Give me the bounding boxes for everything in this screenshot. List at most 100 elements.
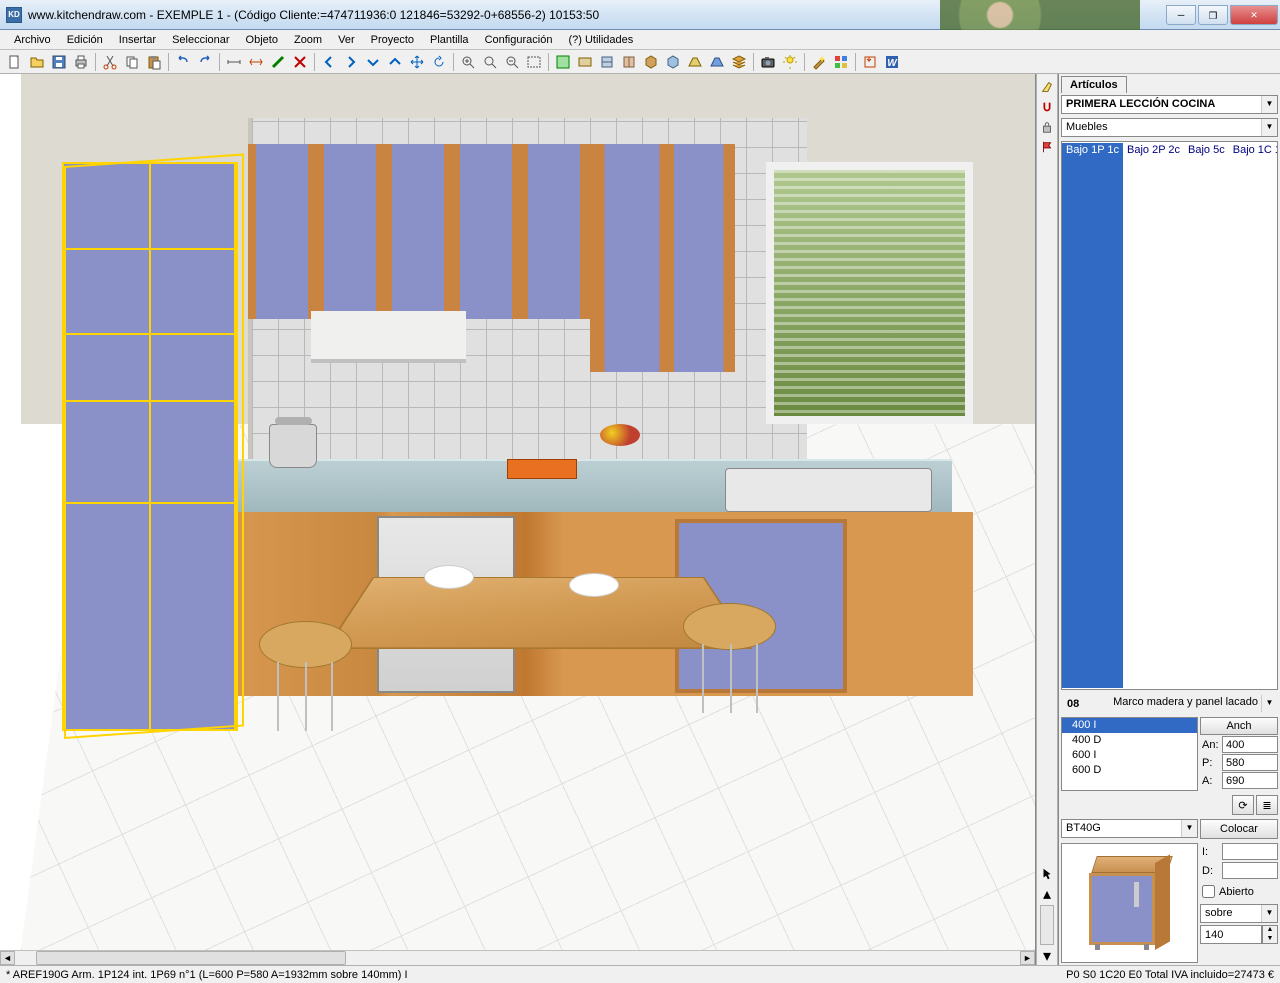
minimize-button[interactable]: — <box>1166 5 1196 25</box>
menu-objeto[interactable]: Objeto <box>238 32 286 48</box>
tab-articulos[interactable]: Artículos <box>1061 76 1127 93</box>
print-icon[interactable] <box>71 52 91 72</box>
view-persp-icon[interactable] <box>685 52 705 72</box>
menu-insertar[interactable]: Insertar <box>111 32 164 48</box>
category-combo[interactable]: Muebles ▼ <box>1061 118 1278 137</box>
menu-zoom[interactable]: Zoom <box>286 32 330 48</box>
menu-utilidades[interactable]: (?) Utilidades <box>560 32 641 48</box>
light-icon[interactable] <box>780 52 800 72</box>
flag-icon[interactable] <box>1038 138 1056 156</box>
export-icon[interactable] <box>860 52 880 72</box>
anch-button[interactable]: Anch <box>1200 717 1278 735</box>
menu-seleccionar[interactable]: Seleccionar <box>164 32 237 48</box>
zoom-out-icon[interactable] <box>502 52 522 72</box>
list-item[interactable]: Bajo 2P 2c <box>1123 143 1184 688</box>
close-button[interactable]: ✕ <box>1230 5 1278 25</box>
view-elev2-icon[interactable] <box>619 52 639 72</box>
sizes-listbox[interactable]: 400 I400 D600 I600 D <box>1061 717 1198 791</box>
wizard-icon[interactable] <box>809 52 829 72</box>
view-render-icon[interactable] <box>707 52 727 72</box>
height-spinner[interactable]: ▲▼ <box>1262 925 1278 944</box>
a-input[interactable] <box>1222 772 1278 789</box>
chevron-down-icon[interactable]: ▼ <box>1261 905 1277 922</box>
catalog-combo[interactable]: PRIMERA LECCIÓN COCINA ▼ <box>1061 95 1278 114</box>
viewport-3d[interactable] <box>0 74 1035 950</box>
list-item[interactable]: 400 D <box>1062 733 1197 748</box>
scroll-up-icon[interactable]: ▴ <box>1038 885 1056 903</box>
scroll-right-icon[interactable]: ► <box>1020 951 1035 965</box>
reference-combo[interactable]: BT40G ▼ <box>1061 819 1198 839</box>
move-down-icon[interactable] <box>363 52 383 72</box>
chevron-down-icon[interactable]: ▼ <box>1181 820 1197 837</box>
view-iso1-icon[interactable] <box>641 52 661 72</box>
new-icon[interactable] <box>5 52 25 72</box>
height-input[interactable] <box>1200 925 1262 944</box>
scroll-left-icon[interactable]: ◄ <box>0 951 15 965</box>
menu-plantilla[interactable]: Plantilla <box>422 32 477 48</box>
save-icon[interactable] <box>49 52 69 72</box>
i-input[interactable] <box>1222 843 1278 860</box>
list-item[interactable]: 600 D <box>1062 763 1197 778</box>
scroll-down-icon[interactable]: ▾ <box>1038 947 1056 965</box>
zoom-fit-icon[interactable] <box>480 52 500 72</box>
cut-icon[interactable] <box>100 52 120 72</box>
horizontal-scrollbar[interactable]: ◄ ► <box>0 950 1035 965</box>
menu-ver[interactable]: Ver <box>330 32 363 48</box>
zoom-window-icon[interactable] <box>524 52 544 72</box>
list-item[interactable]: Bajo 1C 1c <box>1229 143 1278 688</box>
list-item[interactable]: Bajo 1P 1c <box>1062 143 1123 688</box>
move-left-icon[interactable] <box>319 52 339 72</box>
abierto-checkbox[interactable]: Abierto <box>1202 885 1278 898</box>
wall-icon[interactable] <box>268 52 288 72</box>
delete-icon[interactable] <box>290 52 310 72</box>
colocar-button[interactable]: Colocar <box>1200 819 1278 839</box>
move-up-icon[interactable] <box>385 52 405 72</box>
scroll-thumb[interactable] <box>36 951 347 965</box>
snap-icon[interactable] <box>1038 98 1056 116</box>
menu-proyecto[interactable]: Proyecto <box>363 32 422 48</box>
dimension2-icon[interactable] <box>246 52 266 72</box>
paste-icon[interactable] <box>144 52 164 72</box>
move-icon[interactable] <box>407 52 427 72</box>
menu-configuracion[interactable]: Configuración <box>477 32 561 48</box>
list-item[interactable]: 400 I <box>1062 718 1197 733</box>
view-iso2-icon[interactable] <box>663 52 683 72</box>
menu-archivo[interactable]: Archivo <box>6 32 59 48</box>
word-icon[interactable]: W <box>882 52 902 72</box>
copy-icon[interactable] <box>122 52 142 72</box>
rotate-icon[interactable] <box>429 52 449 72</box>
palette-icon[interactable] <box>831 52 851 72</box>
selected-object-wireframe[interactable] <box>62 162 238 731</box>
list-item[interactable]: Bajo 5c <box>1184 143 1229 688</box>
cursor-icon[interactable] <box>1038 865 1056 883</box>
list-item[interactable]: 600 I <box>1062 748 1197 763</box>
refresh-icon[interactable]: ⟳ <box>1232 795 1254 815</box>
camera-icon[interactable] <box>758 52 778 72</box>
undo-icon[interactable] <box>173 52 193 72</box>
chevron-down-icon[interactable]: ▼ <box>1261 119 1277 136</box>
an-input[interactable] <box>1222 736 1278 753</box>
view-layers-icon[interactable] <box>729 52 749 72</box>
model-combo[interactable]: Marco madera y panel lacado ▼ <box>1083 694 1278 713</box>
d-input[interactable] <box>1222 862 1278 879</box>
articles-listbox[interactable]: Bajo 1P 1cBajo 2P 2cBajo 5cBajo 1C 1cBaj… <box>1061 141 1278 690</box>
vscroll-thumb[interactable] <box>1040 905 1054 945</box>
dimension-icon[interactable] <box>224 52 244 72</box>
open-icon[interactable] <box>27 52 47 72</box>
move-right-icon[interactable] <box>341 52 361 72</box>
view-plan-icon[interactable] <box>553 52 573 72</box>
p-input[interactable] <box>1222 754 1278 771</box>
zoom-in-icon[interactable] <box>458 52 478 72</box>
maximize-button[interactable]: ❐ <box>1198 5 1228 25</box>
lock-icon[interactable] <box>1038 118 1056 136</box>
view-elev-icon[interactable] <box>597 52 617 72</box>
marker-tool-icon[interactable] <box>1038 78 1056 96</box>
abierto-label: Abierto <box>1219 886 1254 898</box>
view-wall-icon[interactable] <box>575 52 595 72</box>
redo-icon[interactable] <box>195 52 215 72</box>
layer-combo[interactable]: sobre ▼ <box>1200 904 1278 923</box>
chevron-down-icon[interactable]: ▼ <box>1261 695 1277 712</box>
list-icon[interactable]: ≣ <box>1256 795 1278 815</box>
chevron-down-icon[interactable]: ▼ <box>1261 96 1277 113</box>
menu-edicion[interactable]: Edición <box>59 32 111 48</box>
